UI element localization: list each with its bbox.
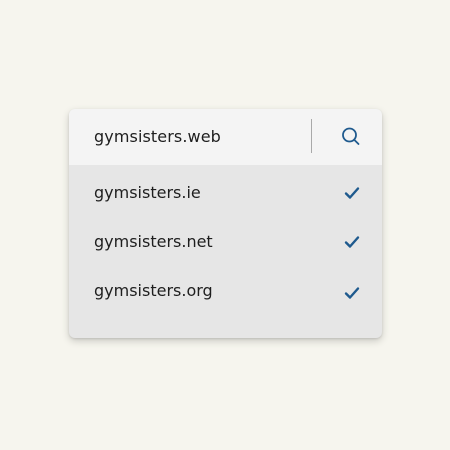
domain-label: gymsisters.ie (94, 183, 201, 202)
domain-label: gymsisters.org (94, 281, 213, 300)
domain-search-card: gymsisters.web gymsisters.ie gymsisters.… (69, 109, 382, 338)
search-divider (311, 119, 312, 153)
search-bar: gymsisters.web (69, 109, 382, 165)
search-button[interactable] (337, 123, 365, 151)
checkmark-icon (344, 287, 360, 299)
domain-label: gymsisters.net (94, 232, 213, 251)
list-item[interactable]: gymsisters.org (69, 271, 382, 311)
list-item[interactable]: gymsisters.net (69, 222, 382, 262)
list-item[interactable]: gymsisters.ie (69, 173, 382, 213)
search-icon (342, 127, 360, 145)
search-input[interactable]: gymsisters.web (94, 109, 221, 165)
checkmark-icon (344, 236, 360, 248)
checkmark-icon (344, 187, 360, 199)
